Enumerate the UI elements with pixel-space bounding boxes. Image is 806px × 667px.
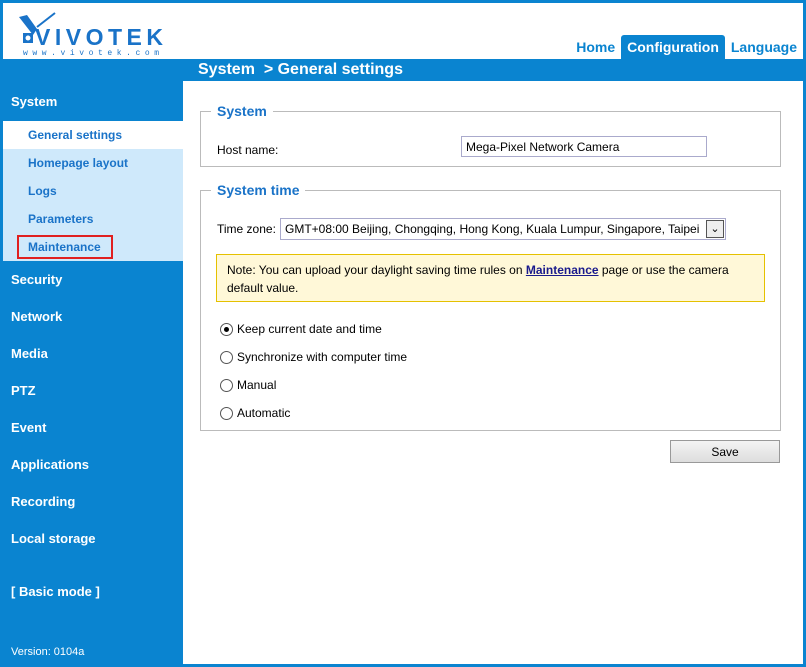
sidebar-item-maintenance[interactable]: Maintenance <box>3 233 183 261</box>
host-name-input[interactable] <box>461 136 707 157</box>
sidebar-section-ptz[interactable]: PTZ <box>3 372 183 409</box>
dst-note: Note: You can upload your daylight savin… <box>216 254 765 302</box>
radio-label: Manual <box>237 378 277 392</box>
host-name-label: Host name: <box>217 143 279 157</box>
system-time-fieldset: System time Time zone: GMT+08:00 Beijing… <box>200 182 781 431</box>
maintenance-link[interactable]: Maintenance <box>526 263 599 277</box>
system-legend: System <box>217 103 267 119</box>
sidebar-section-security[interactable]: Security <box>3 261 183 298</box>
tab-language[interactable]: Language <box>725 35 803 59</box>
vivotek-logo[interactable]: VIVOTEK www.vivotek.com <box>13 9 163 58</box>
basic-mode-link[interactable]: [ Basic mode ] <box>3 573 183 610</box>
breadcrumb-bar: System > General settings <box>3 59 803 81</box>
sidebar-item-homepage-layout[interactable]: Homepage layout <box>3 149 183 177</box>
system-submenu: General settings Homepage layout Logs Pa… <box>3 121 183 261</box>
radio-automatic[interactable]: Automatic <box>220 406 290 420</box>
radio-icon <box>220 350 233 364</box>
radio-checked-icon <box>220 322 233 336</box>
radio-label: Keep current date and time <box>237 322 382 336</box>
sidebar-section-applications[interactable]: Applications <box>3 446 183 483</box>
sidebar-section-media[interactable]: Media <box>3 335 183 372</box>
time-zone-value: GMT+08:00 Beijing, Chongqing, Hong Kong,… <box>285 222 700 236</box>
version-text: Version: 0104a <box>11 646 85 658</box>
browser-window: VIVOTEK www.vivotek.com Home Configurati… <box>3 3 803 664</box>
system-fieldset: System Host name: <box>200 103 781 167</box>
sidebar: System General settings Homepage layout … <box>3 81 183 664</box>
sidebar-section-event[interactable]: Event <box>3 409 183 446</box>
radio-label: Synchronize with computer time <box>237 350 408 364</box>
sidebar-item-logs[interactable]: Logs <box>3 177 183 205</box>
radio-manual[interactable]: Manual <box>220 378 276 392</box>
sidebar-section-recording[interactable]: Recording <box>3 483 183 520</box>
radio-sync-computer[interactable]: Synchronize with computer time <box>220 350 407 364</box>
svg-text:VIVOTEK: VIVOTEK <box>35 24 163 50</box>
note-text: Note: You can upload your daylight savin… <box>227 263 526 277</box>
breadcrumb: System > General settings <box>198 61 403 78</box>
tab-home[interactable]: Home <box>570 35 621 59</box>
radio-label: Automatic <box>237 406 291 420</box>
sidebar-item-general-settings[interactable]: General settings <box>3 121 183 149</box>
time-zone-label: Time zone: <box>217 222 276 236</box>
maintenance-label: Maintenance <box>17 235 113 259</box>
chevron-down-icon[interactable]: ⌄ <box>706 220 724 238</box>
sidebar-section-system[interactable]: System <box>3 81 183 121</box>
tab-configuration[interactable]: Configuration <box>621 35 725 59</box>
radio-icon <box>220 406 233 420</box>
top-tabs: Home Configuration Language <box>570 35 803 59</box>
radio-icon <box>220 378 233 392</box>
system-time-legend: System time <box>217 182 300 198</box>
header: VIVOTEK www.vivotek.com Home Configurati… <box>3 3 803 59</box>
main-content: System Host name: System time Time zone:… <box>183 81 803 664</box>
svg-text:www.vivotek.com: www.vivotek.com <box>23 49 159 55</box>
sidebar-item-parameters[interactable]: Parameters <box>3 205 183 233</box>
sidebar-section-network[interactable]: Network <box>3 298 183 335</box>
sidebar-section-local-storage[interactable]: Local storage <box>3 520 183 557</box>
save-button[interactable]: Save <box>670 440 780 463</box>
radio-keep-current[interactable]: Keep current date and time <box>220 322 382 336</box>
time-zone-select[interactable]: GMT+08:00 Beijing, Chongqing, Hong Kong,… <box>280 218 726 240</box>
